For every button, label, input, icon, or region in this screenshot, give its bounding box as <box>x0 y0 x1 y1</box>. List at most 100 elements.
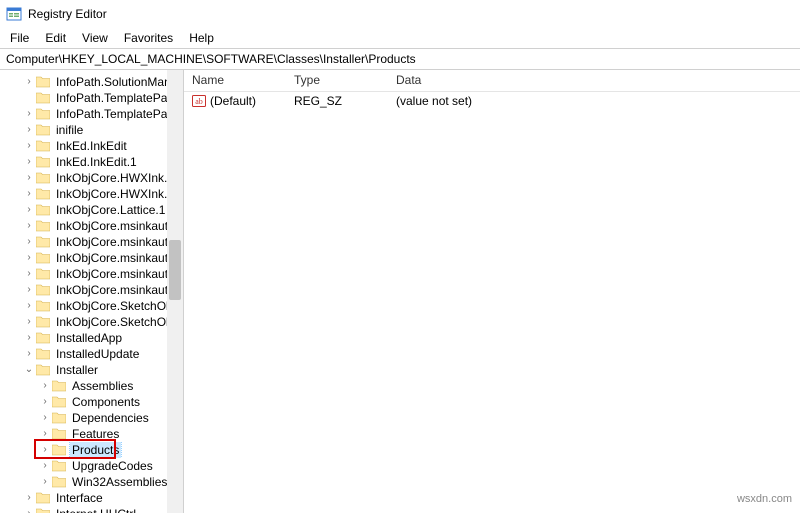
tree-node-label: InkObjCore.msinkaut.InkTra <box>54 282 183 298</box>
chevron-right-icon[interactable]: › <box>22 266 36 282</box>
chevron-right-icon[interactable]: › <box>38 378 52 394</box>
chevron-right-icon[interactable]: › <box>22 314 36 330</box>
tree-node[interactable]: ›InstalledApp <box>2 330 183 346</box>
tree-node[interactable]: › Components <box>2 394 183 410</box>
tree-node-label: InkObjCore.SketchObj.Sket <box>54 314 183 330</box>
list-header: Name Type Data <box>184 70 800 92</box>
tree-node[interactable]: › InkObjCore.msinkaut.InkTra <box>2 282 183 298</box>
tree[interactable]: › InfoPath.SolutionManifest.·InfoPath.Tem… <box>0 70 183 513</box>
col-header-name[interactable]: Name <box>184 70 286 91</box>
value-data: (value not set) <box>388 94 800 108</box>
tree-node[interactable]: ›InstalledUpdate <box>2 346 183 362</box>
chevron-right-icon[interactable]: › <box>38 426 52 442</box>
tree-node-label: InfoPath.TemplatePart.2 <box>54 106 183 122</box>
tree-node-label: InkObjCore.SketchObj.Sket <box>54 298 183 314</box>
tree-node[interactable]: ›InkObjCore.msinkaut.InkRe <box>2 250 183 266</box>
tree-node[interactable]: ›InkObjCore.HWXInk.E-Ink <box>2 170 183 186</box>
tree-node[interactable]: ·InfoPath.TemplatePart <box>2 90 183 106</box>
chevron-down-icon[interactable]: ⌄ <box>22 362 36 378</box>
tree-node-label: Internet.HHCtrl <box>54 506 138 513</box>
tree-node[interactable]: › InkObjCore.SketchObj.Sket <box>2 314 183 330</box>
folder-icon <box>36 268 50 280</box>
tree-node[interactable]: › InkObjCore.HWXInk.E-Ink.1 <box>2 186 183 202</box>
tree-scrollbar[interactable] <box>167 70 183 513</box>
chevron-right-icon[interactable]: › <box>22 298 36 314</box>
chevron-right-icon[interactable]: › <box>22 202 36 218</box>
chevron-right-icon[interactable]: › <box>38 394 52 410</box>
chevron-right-icon[interactable]: › <box>22 234 36 250</box>
tree-node-label: InkObjCore.HWXInk.E-Ink.1 <box>54 186 183 202</box>
menu-edit[interactable]: Edit <box>37 29 74 47</box>
tree-node-label: Win32Assemblies <box>70 474 169 490</box>
tree-node[interactable]: › InkObjCore.SketchObj.Sket <box>2 298 183 314</box>
chevron-right-icon[interactable]: › <box>38 410 52 426</box>
tree-node[interactable]: › Dependencies <box>2 410 183 426</box>
tree-node[interactable]: › Win32Assemblies <box>2 474 183 490</box>
tree-node[interactable]: › InkEd.InkEdit <box>2 138 183 154</box>
chevron-right-icon[interactable]: › <box>22 490 36 506</box>
main-area: › InfoPath.SolutionManifest.·InfoPath.Tem… <box>0 70 800 513</box>
chevron-right-icon[interactable]: › <box>38 442 52 458</box>
chevron-right-icon[interactable]: › <box>22 74 36 90</box>
chevron-right-icon[interactable]: › <box>22 138 36 154</box>
tree-node[interactable]: › Products <box>2 442 183 458</box>
chevron-right-icon[interactable]: › <box>22 122 36 138</box>
folder-icon <box>52 412 66 424</box>
folder-icon <box>52 428 66 440</box>
tree-node[interactable]: ›Features <box>2 426 183 442</box>
tree-node[interactable]: ›InkEd.InkEdit.1 <box>2 154 183 170</box>
folder-icon <box>36 140 50 152</box>
folder-icon <box>36 156 50 168</box>
tree-node-label: Assemblies <box>70 378 135 394</box>
menu-file[interactable]: File <box>2 29 37 47</box>
chevron-right-icon[interactable]: › <box>22 186 36 202</box>
tree-node-label: Components <box>70 394 142 410</box>
tree-node[interactable]: › InkObjCore.msinkaut.InkRe <box>2 234 183 250</box>
menu-favorites[interactable]: Favorites <box>116 29 181 47</box>
chevron-right-icon[interactable]: › <box>22 346 36 362</box>
folder-icon <box>36 108 50 120</box>
chevron-right-icon[interactable]: › <box>22 250 36 266</box>
tree-node-label: InkEd.InkEdit <box>54 138 129 154</box>
tree-node-label: Installer <box>54 362 100 378</box>
tree-node[interactable]: ›InkObjCore.msinkaut.InkOb <box>2 218 183 234</box>
address-input[interactable] <box>4 51 796 67</box>
tree-node[interactable]: ›InkObjCore.Lattice.1 <box>2 202 183 218</box>
chevron-right-icon[interactable]: › <box>22 506 36 513</box>
chevron-right-icon[interactable]: › <box>22 154 36 170</box>
folder-icon <box>36 284 50 296</box>
col-header-data[interactable]: Data <box>388 70 800 91</box>
chevron-right-icon[interactable]: › <box>22 282 36 298</box>
tree-node[interactable]: ›inifile <box>2 122 183 138</box>
tree-node[interactable]: ⌄ Installer <box>2 362 183 378</box>
tree-node[interactable]: › Internet.HHCtrl <box>2 506 183 513</box>
window-title: Registry Editor <box>28 7 107 21</box>
scrollbar-thumb[interactable] <box>169 240 181 300</box>
menu-help[interactable]: Help <box>181 29 222 47</box>
tree-node-label: Dependencies <box>70 410 151 426</box>
tree-node-label: InkObjCore.msinkaut.InkRe <box>54 266 183 282</box>
folder-icon <box>52 460 66 472</box>
folder-icon <box>36 348 50 360</box>
tree-node[interactable]: ›Interface <box>2 490 183 506</box>
tree-node[interactable]: › InfoPath.TemplatePart.2 <box>2 106 183 122</box>
folder-icon <box>36 252 50 264</box>
chevron-right-icon[interactable]: › <box>38 458 52 474</box>
tree-node[interactable]: › Assemblies <box>2 378 183 394</box>
tree-node[interactable]: › InkObjCore.msinkaut.InkRe <box>2 266 183 282</box>
chevron-right-icon[interactable]: › <box>22 170 36 186</box>
chevron-right-icon[interactable]: › <box>22 330 36 346</box>
watermark: wsxdn.com <box>737 493 792 505</box>
menu-view[interactable]: View <box>74 29 116 47</box>
tree-node[interactable]: ›UpgradeCodes <box>2 458 183 474</box>
chevron-right-icon[interactable]: › <box>22 106 36 122</box>
col-header-type[interactable]: Type <box>286 70 388 91</box>
tree-node-label: Products <box>70 442 121 458</box>
list-row[interactable]: ab (Default) REG_SZ (value not set) <box>184 92 800 110</box>
tree-node[interactable]: › InfoPath.SolutionManifest. <box>2 74 183 90</box>
tree-node-label: InfoPath.SolutionManifest. <box>54 74 183 90</box>
folder-icon <box>36 300 50 312</box>
chevron-right-icon[interactable]: › <box>22 218 36 234</box>
chevron-right-icon[interactable]: › <box>38 474 52 490</box>
tree-node-label: InkObjCore.msinkaut.InkRe <box>54 234 183 250</box>
